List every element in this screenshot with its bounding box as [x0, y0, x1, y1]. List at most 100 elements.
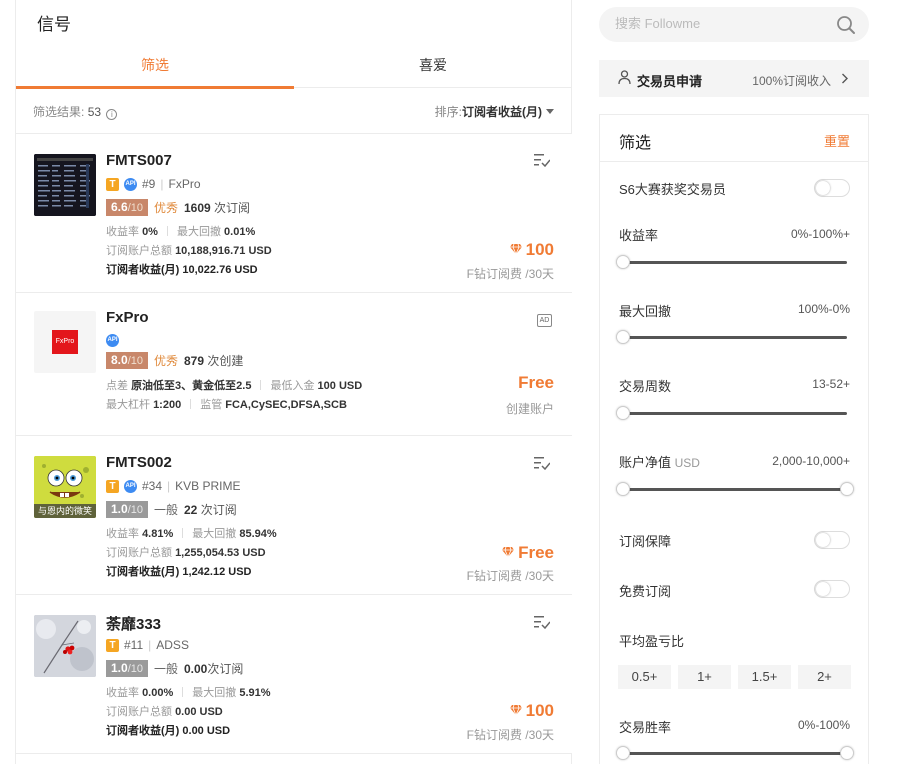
divider — [600, 161, 868, 162]
deposit-value: 100 USD — [317, 380, 363, 392]
ratio-options: 0.5+ 1+ 1.5+ 2+ — [618, 665, 851, 689]
trader-badge-icon: T — [106, 177, 119, 191]
max-drawdown-slider[interactable] — [616, 330, 847, 344]
account-equity-range: 2,000-10,000+ — [772, 454, 850, 468]
signal-broker: FxPro — [168, 177, 201, 191]
account-equity-slider[interactable] — [616, 482, 854, 496]
signal-list-panel: 信号 筛选 喜爱 筛选结果: 53 i 排序:订阅者收益(月) FMTS007 … — [15, 0, 572, 764]
diamond-icon — [509, 243, 522, 255]
slider-handle-min[interactable] — [616, 746, 630, 760]
account-equity-label-text: 账户净值 — [619, 455, 672, 470]
s6-winner-toggle[interactable] — [814, 179, 850, 197]
slider-handle-max[interactable] — [840, 482, 854, 496]
api-badge-icon: API — [124, 479, 137, 493]
signal-card[interactable]: FMTS007 T API #9 | FxPro 6.6/10 优秀 1609 … — [16, 134, 572, 293]
return-label: 收益率 — [106, 687, 139, 699]
rating-row: 6.6/10 优秀 1609 次订阅 — [106, 199, 250, 216]
sort-value: 订阅者收益(月) — [462, 105, 542, 119]
free-subscribe-toggle[interactable] — [814, 580, 850, 598]
slider-handle-min[interactable] — [616, 255, 630, 269]
signal-card[interactable]: 与恩内的微笑 FMTS002 T API #34 | KVB PRIME 1.0… — [16, 436, 572, 595]
score-level: 一般 — [153, 662, 178, 676]
price-subtitle: F钻订阅费 /30天 — [466, 267, 554, 281]
divider — [182, 528, 184, 538]
signal-badges: T API #9 | FxPro — [106, 177, 201, 191]
score-badge: 1.0/10 — [106, 501, 148, 518]
regulation-label: 监管 — [200, 399, 223, 411]
s6-winner-label: S6大赛获奖交易员 — [619, 182, 726, 197]
sort-dropdown[interactable]: 排序:订阅者收益(月) — [435, 103, 554, 120]
tab-favorites[interactable]: 喜爱 — [294, 50, 572, 88]
broker-name[interactable]: FxPro — [106, 309, 149, 326]
filter-result-bar: 筛选结果: 53 i 排序:订阅者收益(月) — [16, 89, 572, 134]
price-value: Free — [518, 373, 554, 392]
search-input[interactable] — [615, 16, 815, 31]
score-badge: 6.6/10 — [106, 199, 148, 216]
subscribe-guarantee-toggle[interactable] — [814, 531, 850, 549]
total-value: 0.00 USD — [175, 706, 223, 718]
fxpro-logo-icon: FxPro — [52, 330, 78, 354]
filter-result-label: 筛选结果: — [33, 105, 85, 119]
tab-filter[interactable]: 筛选 — [16, 50, 294, 89]
subscribe-count: 1609 次订阅 — [184, 199, 250, 216]
subscribe-count-number: 22 — [184, 503, 198, 517]
ratio-option-0-5[interactable]: 0.5+ — [618, 665, 671, 689]
subscribe-count-number: 0.00 — [184, 662, 208, 676]
slider-handle-min[interactable] — [616, 482, 630, 496]
max-drawdown-range: 100%-0% — [797, 302, 850, 316]
divider — [166, 226, 168, 236]
trader-apply-button[interactable]: 交易员申请 100%订阅收入 — [599, 60, 869, 97]
api-badge-icon: API — [106, 333, 119, 347]
broker-logo: FxPro — [34, 311, 96, 373]
return-rate-range: 0%-100%+ — [790, 227, 850, 241]
signal-rank: #34 — [142, 479, 163, 493]
trader-apply-subtitle: 100%订阅收入 — [752, 74, 831, 88]
create-count-number: 879 — [184, 354, 205, 368]
drawdown-value: 0.01% — [224, 226, 256, 238]
price[interactable]: Free — [518, 373, 554, 393]
trade-weeks-slider[interactable] — [616, 406, 847, 420]
info-icon[interactable]: i — [106, 109, 118, 120]
follow-list-icon[interactable] — [534, 615, 550, 629]
return-rate-slider[interactable] — [616, 255, 847, 269]
user-icon — [618, 70, 631, 85]
price-subtitle[interactable]: 创建账户 — [506, 400, 554, 417]
return-label: 收益率 — [106, 528, 139, 540]
trading-screenshot-icon — [34, 154, 96, 216]
price-subtitle: F钻订阅费 /30天 — [466, 569, 554, 583]
price-subtitle: F钻订阅费 /30天 — [466, 728, 554, 742]
leverage-value: 1:200 — [153, 399, 182, 411]
win-rate-slider[interactable] — [616, 746, 854, 760]
avatar — [34, 615, 96, 677]
signal-name[interactable]: FMTS007 — [106, 152, 172, 169]
filter-panel: 筛选 重置 S6大赛获奖交易员 收益率 0%-100%+ 最大回撤 100%-0… — [599, 114, 869, 764]
search-icon[interactable] — [836, 15, 856, 35]
signal-name[interactable]: 荼靡333 — [106, 613, 161, 634]
follow-list-icon[interactable] — [534, 153, 550, 167]
subscribe-count-label: 次订阅 — [207, 662, 244, 676]
slider-handle-max[interactable] — [840, 746, 854, 760]
broker-ad-card[interactable]: FxPro FxPro API 8.0/10 优秀 879 次创建 点差 原油低… — [16, 293, 572, 436]
ratio-option-2[interactable]: 2+ — [798, 665, 851, 689]
slider-handle-min[interactable] — [616, 406, 630, 420]
signal-stats: 收益率 4.81% 最大回撤 85.94% 订阅账户总额 1,255,054.53… — [106, 525, 277, 582]
signal-card[interactable]: 荼靡333 T #11 | ADSS 1.0/10 一般 0.00次订阅 收益率… — [16, 595, 572, 754]
drawdown-label: 最大回撤 — [192, 528, 237, 540]
ratio-option-1[interactable]: 1+ — [678, 665, 731, 689]
score-level: 优秀 — [153, 354, 178, 368]
total-label: 订阅账户总额 — [106, 547, 172, 559]
reset-button[interactable]: 重置 — [824, 131, 850, 150]
ratio-option-1-5[interactable]: 1.5+ — [738, 665, 791, 689]
win-rate-range: 0%-100% — [797, 718, 850, 732]
divider: | — [160, 177, 164, 191]
subscribe-count-label: 次订阅 — [200, 503, 237, 517]
drawdown-value: 5.91% — [239, 687, 271, 699]
score-max: /10 — [127, 355, 143, 367]
signal-stats: 收益率 0% 最大回撤 0.01% 订阅账户总额 10,188,916.71 US… — [106, 223, 272, 280]
slider-handle-min[interactable] — [616, 330, 630, 344]
follow-list-icon[interactable] — [534, 456, 550, 470]
subscribe-count: 0.00次订阅 — [184, 660, 243, 677]
total-label: 订阅账户总额 — [106, 245, 172, 257]
trader-badge-icon: T — [106, 638, 119, 652]
signal-name[interactable]: FMTS002 — [106, 454, 172, 471]
